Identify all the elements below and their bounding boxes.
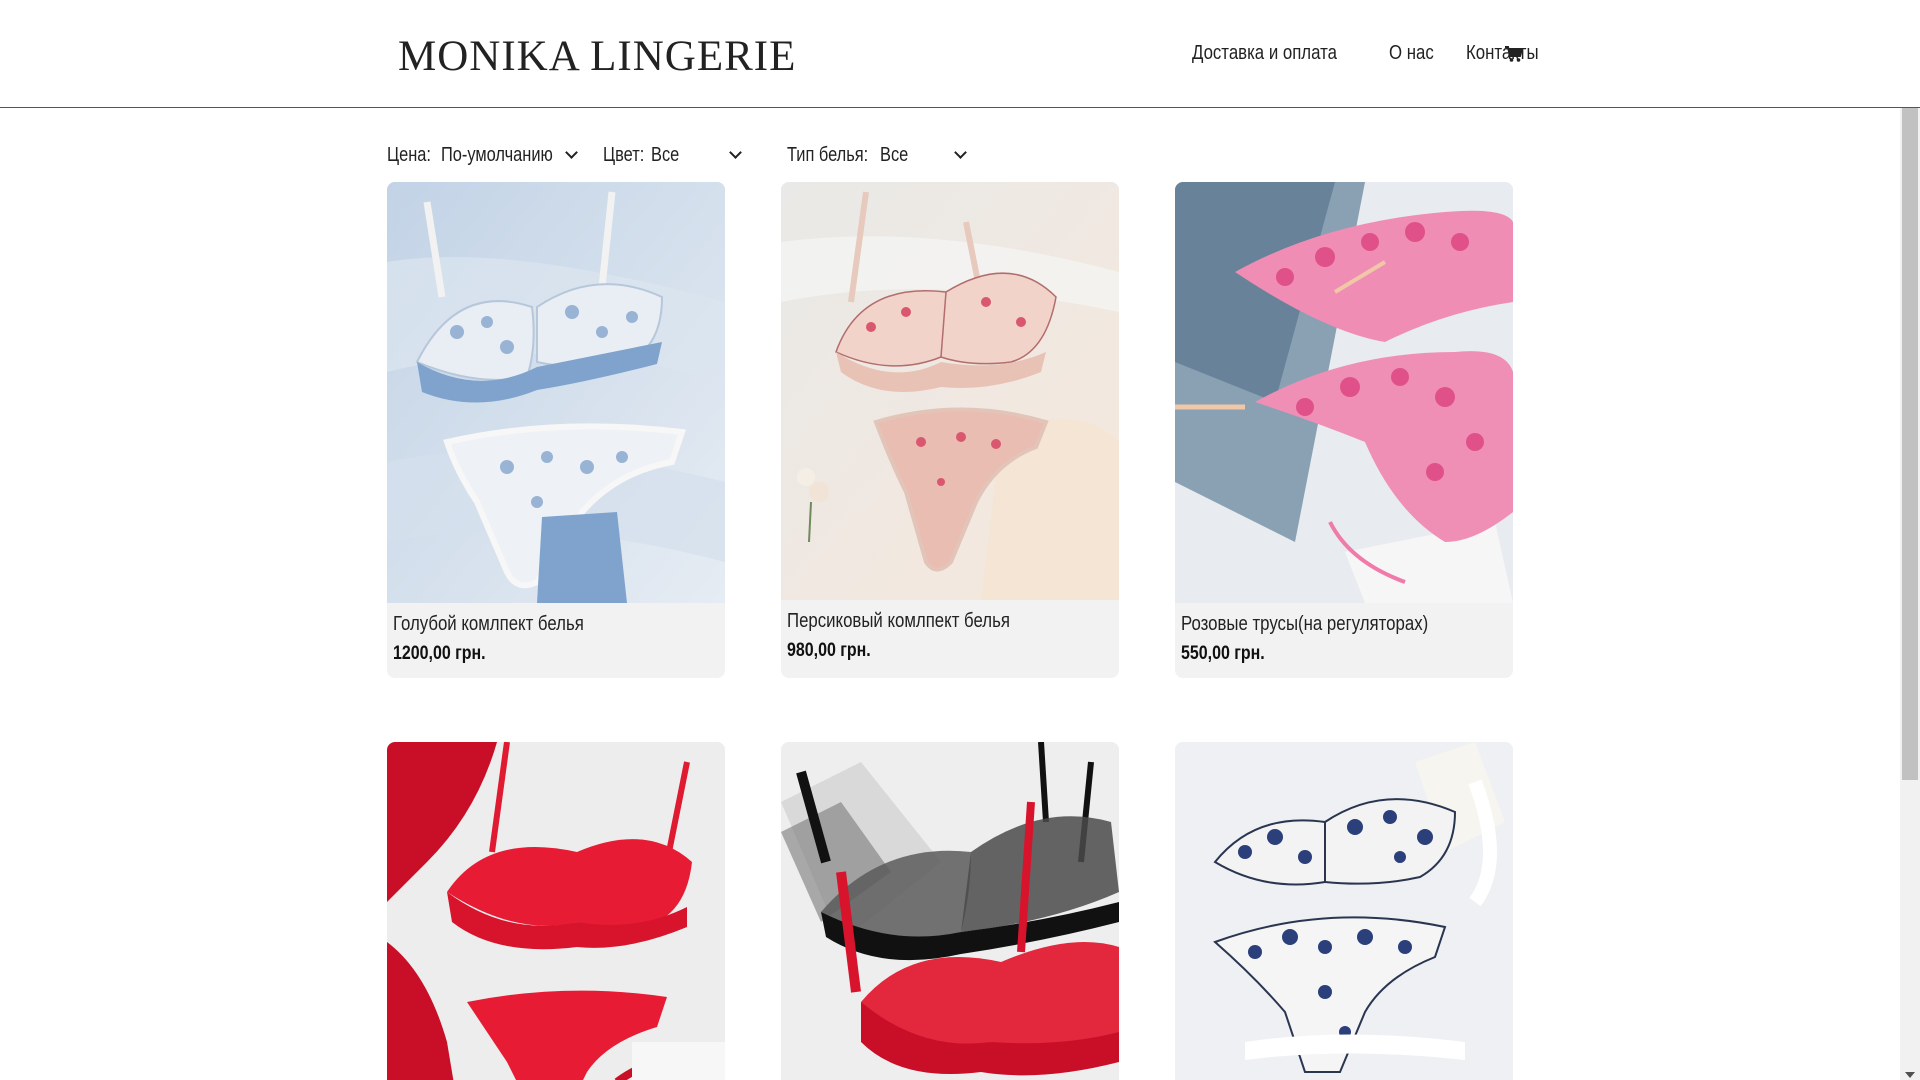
type-filter-value[interactable]: Все [880, 144, 942, 167]
product-name[interactable]: Голубой комлпект белья [393, 613, 584, 636]
chevron-down-icon[interactable] [954, 145, 967, 159]
chevron-down-icon[interactable] [565, 145, 578, 159]
product-card[interactable] [1175, 742, 1513, 1080]
product-name[interactable]: Персиковый комлпект белья [787, 610, 1010, 633]
main-nav: Доставка и оплата О нас Контакты [1192, 42, 1552, 65]
price-filter-label: Цена: [387, 143, 431, 166]
color-filter-value[interactable]: Все [651, 144, 717, 167]
product-price: 980,00 грн. [787, 640, 871, 661]
product-card[interactable]: Персиковый комлпект белья 980,00 грн. [781, 182, 1119, 678]
product-info: Персиковый комлпект белья 980,00 грн. [781, 600, 1119, 678]
product-image[interactable] [387, 742, 725, 1080]
product-card[interactable] [387, 742, 725, 1080]
chevron-down-icon[interactable] [729, 145, 743, 159]
product-price: 550,00 грн. [1181, 643, 1265, 664]
product-info: Голубой комлпект белья 1200,00 грн. [387, 603, 725, 678]
underwear-type-filter[interactable]: Тип белья: Все [787, 144, 977, 167]
product-price: 1200,00 грн. [393, 643, 486, 664]
price-filter[interactable]: Цена: По-умолчанию [387, 144, 585, 167]
type-filter-label: Тип белья: [787, 143, 869, 166]
product-image[interactable] [781, 742, 1119, 1080]
nav-about[interactable]: О нас [1389, 42, 1434, 65]
product-info: Розовые трусы(на регуляторах) 550,00 грн… [1175, 603, 1513, 678]
color-filter[interactable]: Цвет: Все [603, 144, 769, 167]
nav-delivery-payment[interactable]: Доставка и оплата [1192, 42, 1337, 65]
product-image[interactable] [781, 182, 1119, 600]
site-header: MONIKA LINGERIE Доставка и оплата О нас … [0, 0, 1920, 108]
site-logo[interactable]: MONIKA LINGERIE [398, 32, 796, 81]
product-image[interactable] [387, 182, 725, 603]
nav-contacts[interactable]: Контакты [1466, 42, 1539, 65]
product-card[interactable]: Розовые трусы(на регуляторах) 550,00 грн… [1175, 182, 1513, 678]
price-filter-value[interactable]: По-умолчанию [441, 144, 553, 167]
product-card[interactable] [781, 742, 1119, 1080]
scroll-down-arrow-icon[interactable] [1905, 1072, 1915, 1078]
product-image[interactable] [1175, 742, 1513, 1080]
cart-icon[interactable] [1504, 44, 1524, 64]
color-filter-label: Цвет: [603, 143, 645, 166]
product-name[interactable]: Розовые трусы(на регуляторах) [1181, 613, 1428, 636]
scrollbar-thumb[interactable] [1902, 108, 1918, 780]
product-image[interactable] [1175, 182, 1513, 603]
product-card[interactable]: Голубой комлпект белья 1200,00 грн. [387, 182, 725, 678]
filter-bar: Цена: По-умолчанию Цвет: Все Тип белья: … [387, 140, 995, 170]
